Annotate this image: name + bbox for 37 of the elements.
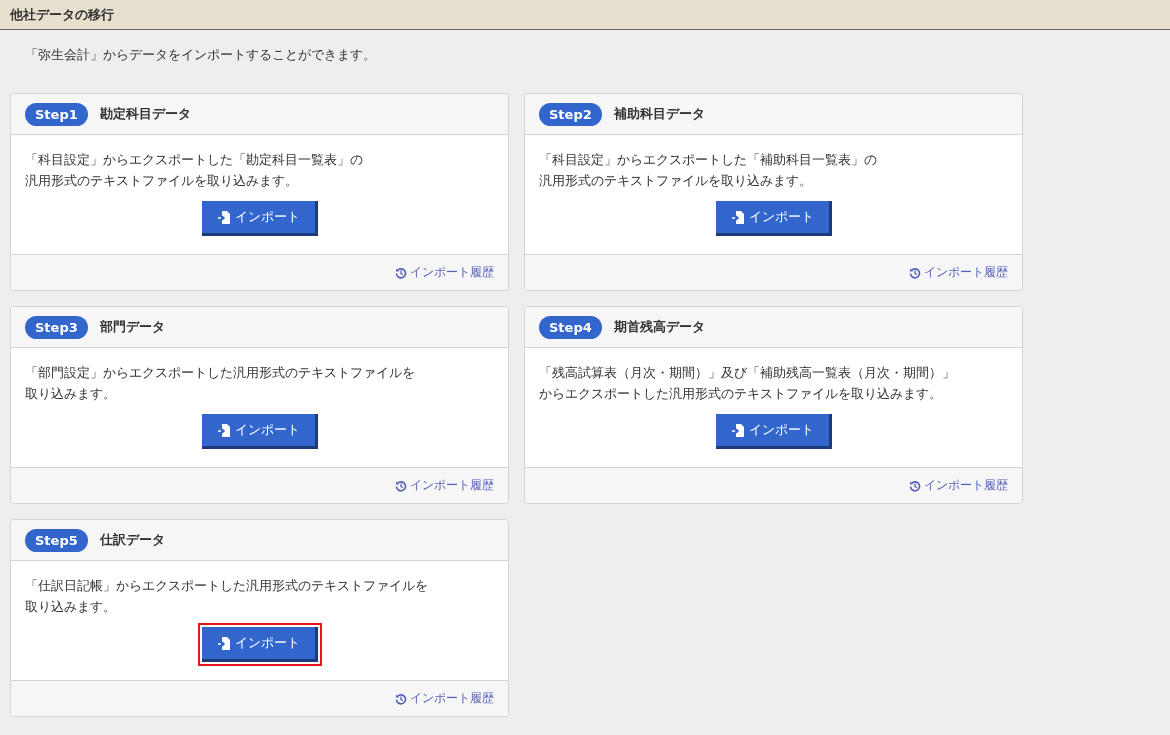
step-description: 「科目設定」からエクスポートした「勘定科目一覧表」の 汎用形式のテキストファイルを取り込みます。	[25, 151, 364, 190]
step-title: 期首残高データ	[613, 318, 705, 336]
step-description: 「残高試算表（月次・期間）」及び「補助残高一覧表（月次・期間）」 からエクスポートした汎用形式のテキストファイルを取り込みます。	[539, 364, 956, 403]
step-badge: Step3	[25, 315, 88, 339]
import-history-link[interactable]: インポート履歴	[395, 264, 494, 281]
step-badge: Step2	[539, 102, 602, 126]
step-badge: Step5	[25, 528, 88, 552]
step-title: 部門データ	[99, 318, 165, 336]
step-description: 「部門設定」からエクスポートした汎用形式のテキストファイルを 取り込みます。	[25, 364, 416, 403]
import-button[interactable]: インポート	[715, 414, 832, 449]
history-icon	[395, 266, 407, 279]
file-import-icon	[730, 209, 745, 225]
history-icon	[395, 692, 407, 705]
intro-text: 「弥生会計」からデータをインポートすることができます。	[24, 46, 377, 64]
step-title: 勘定科目データ	[99, 105, 191, 123]
file-import-icon	[216, 635, 231, 651]
history-icon	[909, 479, 921, 492]
page-title: 他社データの移行	[10, 5, 114, 24]
import-history-link[interactable]: インポート履歴	[395, 690, 494, 707]
step-description: 「科目設定」からエクスポートした「補助科目一覧表」の 汎用形式のテキストファイルを取り込みます。	[539, 151, 878, 190]
import-button[interactable]: インポート	[201, 627, 318, 662]
import-history-link[interactable]: インポート履歴	[909, 477, 1008, 494]
step-title: 仕訳データ	[99, 531, 165, 549]
import-history-link[interactable]: インポート履歴	[909, 264, 1008, 281]
step-title: 補助科目データ	[613, 105, 705, 123]
file-import-icon	[216, 209, 231, 225]
file-import-icon	[216, 422, 231, 438]
import-button[interactable]: インポート	[201, 414, 318, 449]
import-button[interactable]: インポート	[715, 201, 832, 236]
file-import-icon	[730, 422, 745, 438]
step-description: 「仕訳日記帳」からエクスポートした汎用形式のテキストファイルを 取り込みます。	[25, 577, 429, 616]
import-history-link[interactable]: インポート履歴	[395, 477, 494, 494]
history-icon	[395, 479, 407, 492]
step-badge: Step1	[25, 102, 88, 126]
history-icon	[909, 266, 921, 279]
import-button[interactable]: インポート	[201, 201, 318, 236]
step-badge: Step4	[539, 315, 602, 339]
